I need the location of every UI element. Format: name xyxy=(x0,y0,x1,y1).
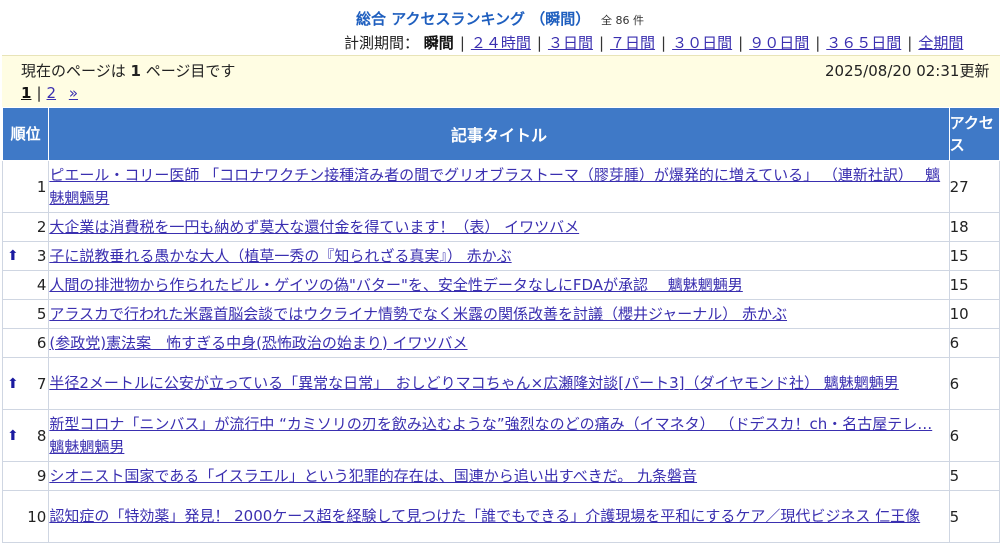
pager-next-link[interactable]: » xyxy=(69,84,78,102)
article-link[interactable]: 半径2メートルに公安が立っている「異常な日常」 おしどりマコちゃん×広瀬隆対談[… xyxy=(49,374,898,392)
period-link[interactable]: ３日間 xyxy=(548,34,593,52)
period-separator: | xyxy=(598,34,605,52)
table-row: 1 ピエール・コリー医師 「コロナワクチン接種済み者の間でグリオブラストーマ（膠芽… xyxy=(1,160,1000,213)
table-row: 5 アラスカで行われた米露首脳会談ではウクライナ情勢でなく米露の関係改善を討議（櫻… xyxy=(1,299,1000,329)
page-title: 総合 アクセスランキング （瞬間） xyxy=(355,10,591,28)
access-count: 15 xyxy=(948,241,1000,271)
header-title: 記事タイトル xyxy=(48,107,950,161)
rank-number: 2 xyxy=(36,218,47,236)
period-link[interactable]: ３０日間 xyxy=(672,34,732,52)
rank-cell: 6 xyxy=(1,328,50,358)
title-cell: (参政党)憲法案 怖すぎる中身(恐怖政治の始まり) イワツバメ xyxy=(48,328,950,358)
table-row: ⬆ 7 半径2メートルに公安が立っている「異常な日常」 おしどりマコちゃん×広瀬隆対… xyxy=(1,357,1000,410)
period-current: 瞬間 xyxy=(423,34,454,52)
article-link[interactable]: ピエール・コリー医師 「コロナワクチン接種済み者の間でグリオブラストーマ（膠芽腫… xyxy=(49,166,940,207)
access-count: 6 xyxy=(948,328,1000,358)
access-count: 6 xyxy=(948,357,1000,410)
access-count: 5 xyxy=(948,490,1000,543)
title-cell: 認知症の「特効薬」発見！ 2000ケース超を経験して見つけた「誰でもできる」介護… xyxy=(48,490,950,543)
article-link[interactable]: 人間の排泄物から作られたビル・ゲイツの偽"バター"を、安全性データなしにFDAが… xyxy=(49,276,742,294)
ranking-table: 順位 記事タイトル アクセス 1 ピエール・コリー医師 「コロナワクチン接種済み者… xyxy=(1,107,1000,543)
access-count: 27 xyxy=(948,160,1000,213)
rank-cell: 4 xyxy=(1,270,50,300)
total-count: 全 86 件 xyxy=(601,14,645,27)
article-link[interactable]: 新型コロナ「ニンバス」が流行中 “カミソリの刃を飲み込むような”強烈なのどの痛み… xyxy=(49,415,932,456)
access-count: 6 xyxy=(948,409,1000,462)
rank-up-arrow-icon: ⬆ xyxy=(7,427,19,444)
period-separator: | xyxy=(459,34,465,52)
period-separator: | xyxy=(738,34,744,52)
page-number: 1 xyxy=(130,62,141,80)
header-rank: 順位 xyxy=(1,107,50,161)
rank-up-arrow-icon: ⬆ xyxy=(7,248,19,264)
article-link[interactable]: (参政党)憲法案 怖すぎる中身(恐怖政治の始まり) イワツバメ xyxy=(49,334,467,352)
table-row: 2 大企業は消費税を一円も納めず莫大な還付金を得ています！（表） イワツバメ 18 xyxy=(1,212,1000,242)
title-cell: アラスカで行われた米露首脳会談ではウクライナ情勢でなく米露の関係改善を討議（櫻井… xyxy=(48,299,950,329)
article-link[interactable]: アラスカで行われた米露首脳会談ではウクライナ情勢でなく米露の関係改善を討議（櫻井… xyxy=(49,305,787,323)
rank-number: 9 xyxy=(36,467,47,485)
period-separator: | xyxy=(815,34,821,52)
access-count: 5 xyxy=(948,461,1000,491)
update-timestamp: 2025/08/20 02:31更新 xyxy=(825,62,990,80)
title-cell: 人間の排泄物から作られたビル・ゲイツの偽"バター"を、安全性データなしにFDAが… xyxy=(48,270,950,300)
rank-number: 3 xyxy=(36,247,47,265)
pager-current-page: 1 xyxy=(21,84,32,102)
title-cell: ピエール・コリー医師 「コロナワクチン接種済み者の間でグリオブラストーマ（膠芽腫… xyxy=(48,160,950,213)
article-link[interactable]: シオニスト国家である「イスラエル」という犯罪的存在は、国連から追い出すべきだ。 … xyxy=(49,467,697,485)
title-cell: 新型コロナ「ニンバス」が流行中 “カミソリの刃を飲み込むような”強烈なのどの痛み… xyxy=(48,409,950,462)
ranking-title-row: 総合 アクセスランキング （瞬間） 全 86 件 xyxy=(0,8,1000,29)
page-prefix: 現在のページは xyxy=(21,62,126,80)
rank-number: 7 xyxy=(36,374,47,393)
article-link[interactable]: 認知症の「特効薬」発見！ 2000ケース超を経験して見つけた「誰でもできる」介護… xyxy=(49,507,920,525)
period-separator: | xyxy=(907,34,913,52)
period-link[interactable]: ９０日間 xyxy=(749,34,809,52)
rank-number: 5 xyxy=(36,305,47,323)
title-cell: シオニスト国家である「イスラエル」という犯罪的存在は、国連から追い出すべきだ。 … xyxy=(48,461,950,491)
rank-cell: 10 xyxy=(1,490,50,543)
rank-number: 1 xyxy=(36,177,47,196)
article-link[interactable]: 大企業は消費税を一円も納めず莫大な還付金を得ています！（表） イワツバメ xyxy=(49,218,579,236)
table-row: 10 認知症の「特効薬」発見！ 2000ケース超を経験して見つけた「誰でもできる」… xyxy=(1,490,1000,543)
rank-number: 10 xyxy=(27,507,47,526)
rank-cell: 2 xyxy=(1,212,50,242)
access-count: 18 xyxy=(948,212,1000,242)
rank-up-arrow-icon: ⬆ xyxy=(7,375,19,392)
access-count: 15 xyxy=(948,270,1000,300)
article-link[interactable]: 子に説教垂れる愚かな大人（植草一秀の『知られざる真実』） 赤かぶ xyxy=(49,247,511,265)
pager-page-2-link[interactable]: 2 xyxy=(47,84,57,102)
page-info-box: 現在のページは 1 ページ目です 2025/08/20 02:31更新 1 | 2 … xyxy=(2,55,1000,108)
title-cell: 半径2メートルに公安が立っている「異常な日常」 おしどりマコちゃん×広瀬隆対談[… xyxy=(48,357,950,410)
table-row: 9 シオニスト国家である「イスラエル」という犯罪的存在は、国連から追い出すべきだ。… xyxy=(1,461,1000,491)
title-cell: 子に説教垂れる愚かな大人（植草一秀の『知られざる真実』） 赤かぶ xyxy=(48,241,950,271)
title-cell: 大企業は消費税を一円も納めず莫大な還付金を得ています！（表） イワツバメ xyxy=(48,212,950,242)
rank-cell: ⬆ 7 xyxy=(1,357,50,410)
table-row: ⬆ 3 子に説教垂れる愚かな大人（植草一秀の『知られざる真実』） 赤かぶ 15 xyxy=(1,241,1000,271)
period-separator: | xyxy=(661,34,667,52)
period-link[interactable]: 全期間 xyxy=(918,34,963,52)
access-count: 10 xyxy=(948,299,1000,329)
period-selector: 計測期間： 瞬間 | ２４時間 | ３日間 | ７日間 | ３０日間 | ９０日間 | ３６５日間 | 全期… xyxy=(344,32,963,53)
rank-cell: 9 xyxy=(1,461,50,491)
table-row: 4 人間の排泄物から作られたビル・ゲイツの偽"バター"を、安全性データなしにFDA… xyxy=(1,270,1000,300)
current-page-info: 現在のページは 1 ページ目です xyxy=(21,60,235,81)
rank-number: 6 xyxy=(36,334,47,352)
rank-number: 4 xyxy=(36,276,47,294)
rank-number: 8 xyxy=(36,426,47,445)
header-access: アクセス xyxy=(948,107,1000,161)
period-separator: | xyxy=(536,34,542,52)
period-link[interactable]: ３６５日間 xyxy=(826,34,901,52)
pagination: 1 | 2 » xyxy=(21,84,78,102)
table-row: 6 (参政党)憲法案 怖すぎる中身(恐怖政治の始まり) イワツバメ 6 xyxy=(1,328,1000,358)
period-link[interactable]: ７日間 xyxy=(610,34,655,52)
page-suffix: ページ目です xyxy=(145,62,236,80)
period-label: 計測期間： xyxy=(344,34,420,52)
rank-cell: ⬆ 8 xyxy=(1,409,50,462)
pager-separator: | xyxy=(36,84,42,102)
table-row: ⬆ 8 新型コロナ「ニンバス」が流行中 “カミソリの刃を飲み込むような”強烈なのどの… xyxy=(1,409,1000,462)
period-link[interactable]: ２４時間 xyxy=(471,34,531,52)
rank-cell: 1 xyxy=(1,160,50,213)
rank-cell: 5 xyxy=(1,299,50,329)
rank-cell: ⬆ 3 xyxy=(1,241,50,271)
